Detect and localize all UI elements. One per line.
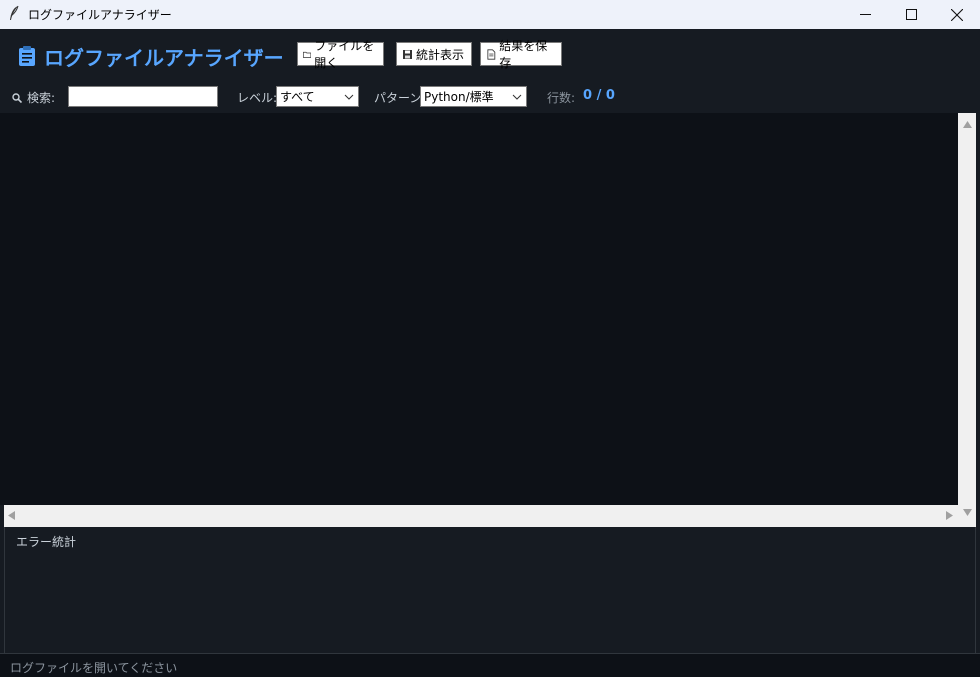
status-bar: ログファイルを開いてください bbox=[0, 653, 980, 677]
frame-edge bbox=[976, 113, 980, 527]
filter-bar: 検索: レベル: すべて パターン: Python/標準 行数: 0 / 0 bbox=[0, 81, 980, 113]
pattern-label: パターン: bbox=[374, 91, 426, 105]
close-button[interactable] bbox=[934, 0, 980, 29]
scroll-right-arrow-icon[interactable] bbox=[946, 511, 953, 520]
error-stats-title: エラー統計 bbox=[16, 535, 77, 549]
open-file-label: ファイルを開く bbox=[314, 39, 375, 70]
maximize-button[interactable] bbox=[888, 0, 934, 29]
close-icon bbox=[951, 8, 963, 21]
level-select[interactable]: すべて bbox=[276, 86, 359, 107]
save-results-label: 結果を保存 bbox=[499, 39, 548, 70]
window-titlebar: ログファイルアナライザー bbox=[0, 0, 980, 29]
feather-icon bbox=[0, 5, 28, 25]
scroll-up-arrow-icon[interactable] bbox=[963, 121, 972, 128]
level-label: レベル: bbox=[237, 91, 278, 105]
chevron-down-icon bbox=[512, 94, 522, 100]
floppy-disk-icon bbox=[403, 49, 412, 59]
window-title: ログファイルアナライザー bbox=[28, 8, 172, 22]
folder-icon bbox=[303, 51, 312, 58]
error-stats-panel: エラー統計 bbox=[4, 527, 976, 653]
document-icon bbox=[487, 48, 496, 60]
search-input[interactable] bbox=[68, 86, 218, 107]
rows-count: 0 / 0 bbox=[583, 88, 615, 103]
level-selected-value: すべて bbox=[280, 90, 315, 104]
scroll-down-arrow-icon[interactable] bbox=[963, 509, 972, 516]
log-text-area[interactable] bbox=[0, 113, 958, 505]
show-stats-label: 統計表示 bbox=[416, 47, 465, 62]
clipboard-icon bbox=[19, 46, 35, 66]
chevron-down-icon bbox=[344, 94, 354, 100]
search-label: 検索: bbox=[27, 91, 56, 105]
app-header: ログファイルアナライザー ファイルを開く 統計表示 結果を保存 bbox=[0, 29, 980, 81]
pattern-selected-value: Python/標準 bbox=[424, 90, 494, 104]
vertical-scrollbar[interactable] bbox=[958, 113, 976, 527]
scroll-left-arrow-icon[interactable] bbox=[8, 511, 15, 520]
maximize-icon bbox=[905, 9, 917, 20]
status-message: ログファイルを開いてください bbox=[10, 661, 178, 675]
search-icon bbox=[12, 93, 22, 103]
open-file-button[interactable]: ファイルを開く bbox=[297, 39, 384, 70]
minimize-button[interactable] bbox=[842, 0, 888, 29]
horizontal-scrollbar[interactable] bbox=[4, 505, 958, 527]
show-stats-button[interactable]: 統計表示 bbox=[396, 42, 472, 66]
app-title: ログファイルアナライザー bbox=[18, 43, 284, 70]
save-results-button[interactable]: 結果を保存 bbox=[480, 39, 562, 70]
rows-label: 行数: bbox=[547, 91, 576, 105]
app-title-text: ログファイルアナライザー bbox=[44, 45, 284, 70]
pattern-select[interactable]: Python/標準 bbox=[420, 86, 527, 107]
minimize-icon bbox=[859, 14, 871, 15]
